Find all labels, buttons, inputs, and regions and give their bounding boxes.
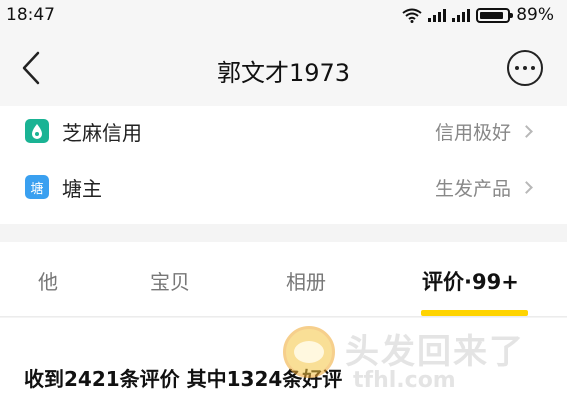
tab-him[interactable]: 他	[38, 266, 58, 295]
navigation-bar: 郭文才1973	[0, 30, 567, 106]
battery-icon	[476, 7, 514, 23]
reviews-section: 收到2421条评价 其中1324条好评	[0, 318, 567, 406]
pond-owner-icon: 塘	[25, 175, 49, 199]
chevron-right-icon	[520, 124, 533, 138]
tab-reviews[interactable]: 评价·99+	[422, 266, 519, 296]
chevron-right-icon	[520, 180, 533, 194]
sesame-credit-icon	[25, 119, 49, 143]
sesame-credit-value: 信用极好	[434, 121, 511, 144]
review-summary: 收到2421条评价 其中1324条好评	[24, 363, 342, 392]
sesame-credit-row[interactable]: 芝麻信用 信用极好	[0, 106, 567, 156]
tab-items[interactable]: 宝贝	[150, 266, 190, 295]
good-review-count: 1324	[226, 367, 283, 391]
review-summary-prefix: 收到	[24, 367, 64, 391]
more-options-icon[interactable]	[507, 50, 543, 86]
review-summary-middle: 条评价 其中	[119, 367, 227, 391]
signal-icon-2	[452, 8, 471, 22]
signal-icon	[428, 8, 447, 22]
sesame-credit-label: 芝麻信用	[62, 120, 142, 145]
pond-owner-value: 生发产品	[434, 177, 511, 200]
pond-owner-label: 塘主	[62, 176, 102, 201]
profile-info-card: 芝麻信用 信用极好 塘 塘主 生发产品	[0, 106, 567, 224]
tab-album[interactable]: 相册	[286, 266, 326, 295]
page-title: 郭文才1973	[216, 59, 351, 87]
review-summary-suffix: 条好评	[282, 367, 343, 391]
active-tab-indicator	[421, 310, 528, 316]
status-icons: 89%	[402, 5, 554, 25]
review-total-count: 2421	[64, 367, 120, 391]
status-time: 18:47	[6, 5, 55, 25]
status-bar: 18:47 89%	[0, 0, 567, 30]
battery-percent: 89%	[516, 5, 554, 25]
wifi-icon	[402, 8, 422, 23]
pond-owner-row[interactable]: 塘 塘主 生发产品	[0, 162, 567, 212]
profile-tabs: 他 宝贝 相册 评价·99+	[0, 242, 567, 317]
